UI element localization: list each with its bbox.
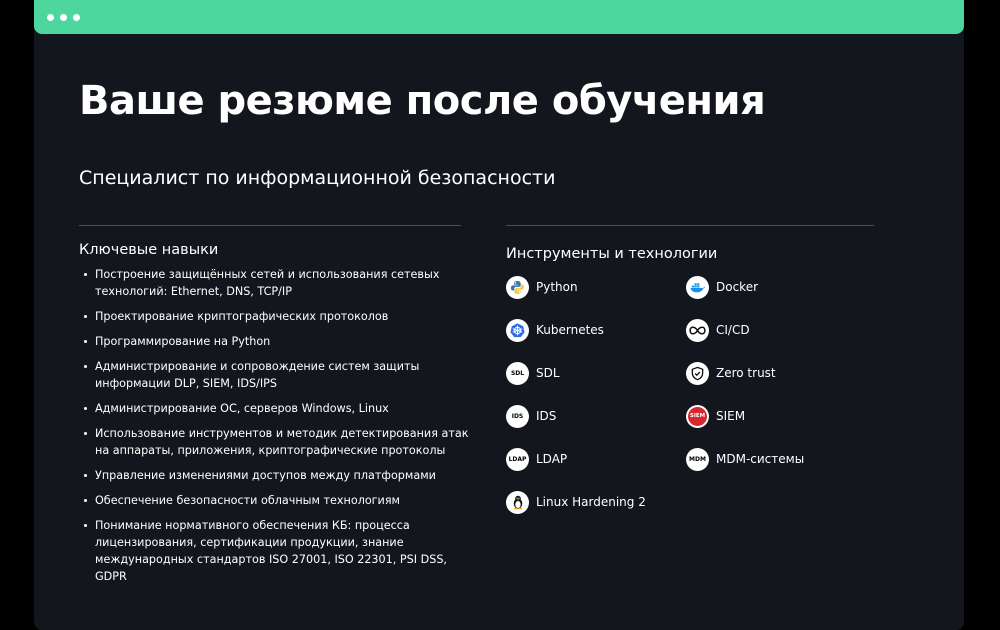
tool-item-sdl: SDL SDL [506,361,686,385]
tools-grid: Python Docker Kubernetes CI/CD SDL SDL Z… [506,275,886,514]
tools-section: Инструменты и технологии Python Docker K… [506,246,886,514]
tool-label: LDAP [536,452,568,466]
tool-label: Kubernetes [536,323,604,337]
mdm-icon: MDM [686,447,709,471]
tool-item-linux-hardening: Linux Hardening 2 [506,490,686,514]
python-icon [506,275,529,299]
ci-cd-icon [686,318,709,342]
tool-item-ldap: LDAP LDAP [506,447,686,471]
skill-item: Понимание нормативного обеспечения КБ: п… [79,517,469,585]
linux-tux-icon [506,490,529,514]
tool-item-python: Python [506,275,686,299]
window-dot-icon[interactable] [73,13,80,21]
divider [506,225,874,226]
tool-item-zero-trust: Zero trust [686,361,866,385]
tool-item-siem: SIEM SIEM [686,404,866,428]
skill-item: Управление изменениями доступов между пл… [79,467,469,484]
tool-item-ids: IDS IDS [506,404,686,428]
tool-label: IDS [536,409,557,423]
skill-item: Проектирование криптографических протоко… [79,308,469,325]
docker-icon [686,275,709,299]
skills-title: Ключевые навыки [79,242,219,258]
shield-check-icon [686,361,709,385]
tool-label: Python [536,280,578,294]
sdl-icon: SDL [506,361,529,385]
skill-item: Программирование на Python [79,333,469,350]
page-title: Ваше резюме после обучения [79,78,766,124]
tool-item-docker: Docker [686,275,866,299]
tool-label: SIEM [716,409,746,423]
tool-item-ci-cd: CI/CD [686,318,866,342]
skill-item: Администрирование ОС, серверов Windows, … [79,400,469,417]
tool-label: Docker [716,280,759,294]
window-titlebar [34,0,964,34]
page-subtitle: Специалист по информационной безопасност… [79,167,556,189]
tool-label: Linux Hardening 2 [536,495,646,509]
ids-icon: IDS [506,404,529,428]
skills-list: Построение защищённых сетей и использова… [79,266,469,585]
skills-section: Ключевые навыки Построение защищённых се… [79,242,469,593]
window-dot-icon[interactable] [60,13,67,21]
skill-item: Администрирование и сопровождение систем… [79,358,469,392]
skill-item: Построение защищённых сетей и использова… [79,266,469,300]
siem-icon: SIEM [686,404,709,428]
browser-window: Ваше резюме после обучения Специалист по… [34,0,964,630]
skill-item: Использование инструментов и методик дет… [79,425,469,459]
divider [79,225,461,226]
tool-item-kubernetes: Kubernetes [506,318,686,342]
tool-label: CI/CD [716,323,750,337]
ldap-icon: LDAP [506,447,529,471]
kubernetes-icon [506,318,529,342]
skill-item: Обеспечение безопасности облачным технол… [79,492,469,509]
tool-label: SDL [536,366,560,380]
tool-label: Zero trust [716,366,776,380]
tools-title: Инструменты и технологии [506,246,718,262]
siem-icon-badge: SIEM [688,406,707,426]
window-dot-icon[interactable] [47,13,54,21]
tool-item-mdm: MDM MDM-системы [686,447,866,471]
tool-label: MDM-системы [716,452,805,466]
